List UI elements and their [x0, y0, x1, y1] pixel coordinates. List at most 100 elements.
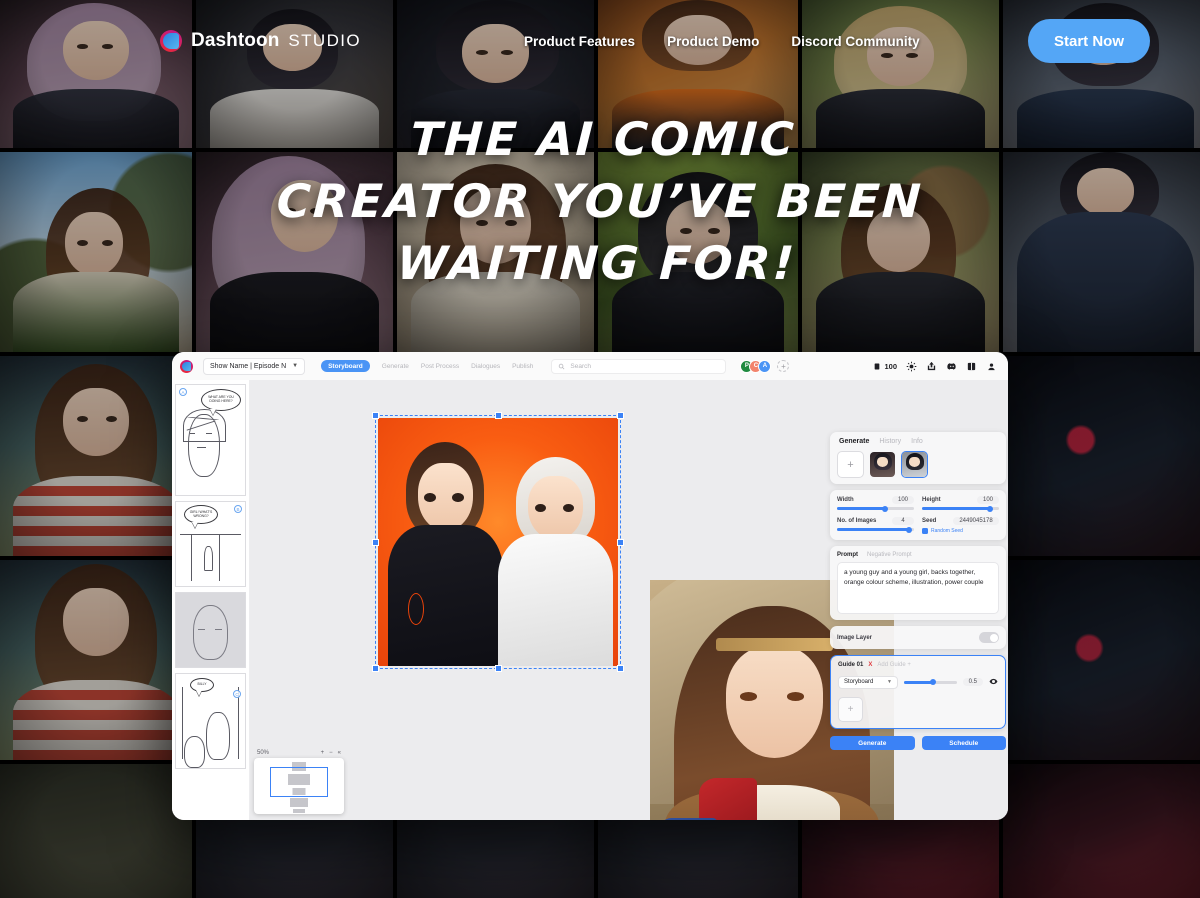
add-character-button[interactable]: + — [837, 451, 864, 478]
schedule-button[interactable]: Schedule — [921, 736, 1006, 750]
resize-handle-bottom-center[interactable] — [494, 665, 502, 672]
add-guide-button[interactable]: Add Guide + — [877, 662, 911, 668]
num-images-slider[interactable] — [837, 526, 914, 533]
storyboard-strip[interactable]: A WHAT ARE YOU DOING HERE? B GIRL! WHAT’… — [172, 380, 250, 820]
panel-badge: C — [233, 690, 241, 698]
seed-value[interactable]: 2449045178 — [953, 517, 999, 525]
fit-view-button[interactable]: « — [338, 750, 341, 756]
seed-field: Seed 2449045178 Random Seed — [922, 517, 999, 534]
show-episode-value: Show Name | Episode N — [210, 362, 287, 370]
panel-tab-info[interactable]: Info — [911, 438, 923, 445]
width-slider[interactable] — [837, 505, 914, 512]
tab-post-process[interactable]: Post Process — [421, 363, 459, 370]
add-collaborator-button[interactable]: + — [777, 360, 790, 372]
guide-title: Guide 01 — [838, 662, 864, 668]
app-toolbar: Show Name | Episode N ▼ Storyboard Gener… — [172, 352, 1008, 380]
portrait-red-sleeve — [698, 778, 758, 820]
height-slider[interactable] — [922, 505, 999, 512]
portrait-headband — [715, 637, 833, 651]
guide-source-select[interactable]: Storyboard ▼ — [838, 675, 898, 689]
chevron-down-icon: ▼ — [292, 363, 299, 369]
storyboard-panel[interactable]: C BILLY — [175, 673, 246, 769]
book-icon[interactable] — [966, 361, 977, 372]
credits-value: 100 — [884, 361, 897, 371]
tab-dialogues[interactable]: Dialogues — [471, 363, 500, 370]
tab-generate[interactable]: Generate — [382, 363, 409, 370]
random-seed-checkbox[interactable] — [922, 528, 928, 534]
images-seed-row: No. of Images 4 Seed 2449045178 Random S… — [837, 517, 999, 534]
minimap-controls: + − « — [321, 750, 341, 756]
zoom-out-button[interactable]: − — [329, 750, 333, 756]
negative-prompt-tab[interactable]: Negative Prompt — [867, 552, 912, 558]
app-window: Show Name | Episode N ▼ Storyboard Gener… — [172, 352, 1008, 820]
brightness-icon[interactable] — [906, 361, 917, 372]
height-value: 100 — [976, 496, 999, 504]
app-body: A WHAT ARE YOU DOING HERE? B GIRL! WHAT’… — [172, 380, 1008, 820]
headline-line-1: THE AI COMIC — [409, 112, 798, 166]
search-icon — [559, 363, 565, 369]
image-layer-label: Image Layer — [837, 634, 873, 641]
nav-link-product-demo[interactable]: Product Demo — [667, 34, 759, 49]
selection-box — [372, 412, 624, 672]
eye-icon[interactable] — [989, 673, 998, 691]
zoom-in-button[interactable]: + — [321, 750, 325, 756]
canvas-minimap[interactable]: 50% + − « — [254, 750, 344, 814]
prompt-textarea[interactable]: a young guy and a young girl, backs toge… — [837, 562, 999, 614]
panel-tab-history[interactable]: History — [879, 438, 901, 445]
storyboard-panel[interactable]: B GIRL! WHAT’S WRONG? — [175, 501, 246, 587]
share-icon[interactable] — [926, 361, 937, 372]
panel-tabs: Generate History Info — [837, 438, 999, 445]
selected-generated-image[interactable] — [372, 412, 624, 672]
minimap-block — [293, 809, 305, 813]
random-seed-row[interactable]: Random Seed — [922, 528, 999, 534]
storyboard-panel[interactable] — [175, 592, 246, 668]
brand-logo[interactable]: Dashtoon STUDIO — [160, 30, 361, 52]
prompt-tab[interactable]: Prompt — [837, 552, 858, 558]
resize-handle-middle-right[interactable] — [617, 538, 624, 546]
speech-bubble: GIRL! WHAT’S WRONG? — [184, 505, 218, 524]
minimap-header: 50% + − « — [254, 750, 344, 758]
tab-publish[interactable]: Publish — [512, 363, 533, 370]
nav-link-discord-community[interactable]: Discord Community — [791, 34, 919, 49]
guide-source-value: Storyboard — [844, 679, 874, 685]
resize-handle-top-left[interactable] — [372, 412, 379, 419]
search-input[interactable]: Search — [551, 358, 727, 374]
width-label: Width — [837, 497, 854, 503]
start-now-button[interactable]: Start Now — [1027, 19, 1150, 63]
avatar-a[interactable]: A — [758, 359, 772, 373]
width-height-row: Width 100 Height 100 — [837, 496, 999, 512]
account-icon[interactable] — [986, 361, 997, 372]
num-images-label: No. of Images — [837, 518, 877, 524]
generate-button[interactable]: Generate — [830, 736, 915, 750]
panel-tab-generate[interactable]: Generate — [839, 438, 869, 445]
resize-handle-bottom-right[interactable] — [617, 665, 624, 672]
minimap-canvas[interactable] — [254, 758, 344, 814]
character-thumb-2[interactable] — [901, 451, 928, 478]
resize-handle-bottom-left[interactable] — [372, 665, 379, 672]
app-logo-icon[interactable] — [180, 359, 193, 373]
zoom-level: 50% — [257, 750, 270, 756]
character-row: + — [837, 451, 999, 478]
storyboard-panel[interactable]: A WHAT ARE YOU DOING HERE? — [175, 384, 246, 496]
characters-card: Generate History Info + — [830, 432, 1006, 484]
remove-guide-button[interactable]: X — [868, 662, 872, 668]
storyboard-sketch — [176, 593, 245, 667]
num-images-field: No. of Images 4 — [837, 517, 914, 534]
resize-handle-middle-left[interactable] — [372, 538, 379, 546]
resize-handle-top-center[interactable] — [494, 412, 502, 419]
brand-subtitle: STUDIO — [288, 31, 362, 50]
guide-strength-slider[interactable] — [904, 679, 957, 685]
minimap-viewport[interactable] — [270, 767, 328, 797]
image-layer-card: Image Layer — [830, 626, 1006, 649]
credits-display[interactable]: 100 — [873, 362, 897, 371]
tab-storyboard[interactable]: Storyboard — [321, 360, 370, 372]
character-thumb-1[interactable] — [869, 451, 896, 478]
show-episode-selector[interactable]: Show Name | Episode N ▼ — [203, 357, 306, 375]
panel-badge: B — [234, 505, 242, 513]
add-guide-image-button[interactable]: + — [838, 697, 863, 722]
nav-link-product-features[interactable]: Product Features — [524, 34, 635, 49]
image-layer-toggle[interactable] — [979, 632, 999, 643]
resize-handle-top-right[interactable] — [617, 412, 624, 419]
discord-icon[interactable] — [946, 361, 957, 372]
generate-panel: Generate History Info + Width 100 Height… — [830, 432, 1008, 750]
